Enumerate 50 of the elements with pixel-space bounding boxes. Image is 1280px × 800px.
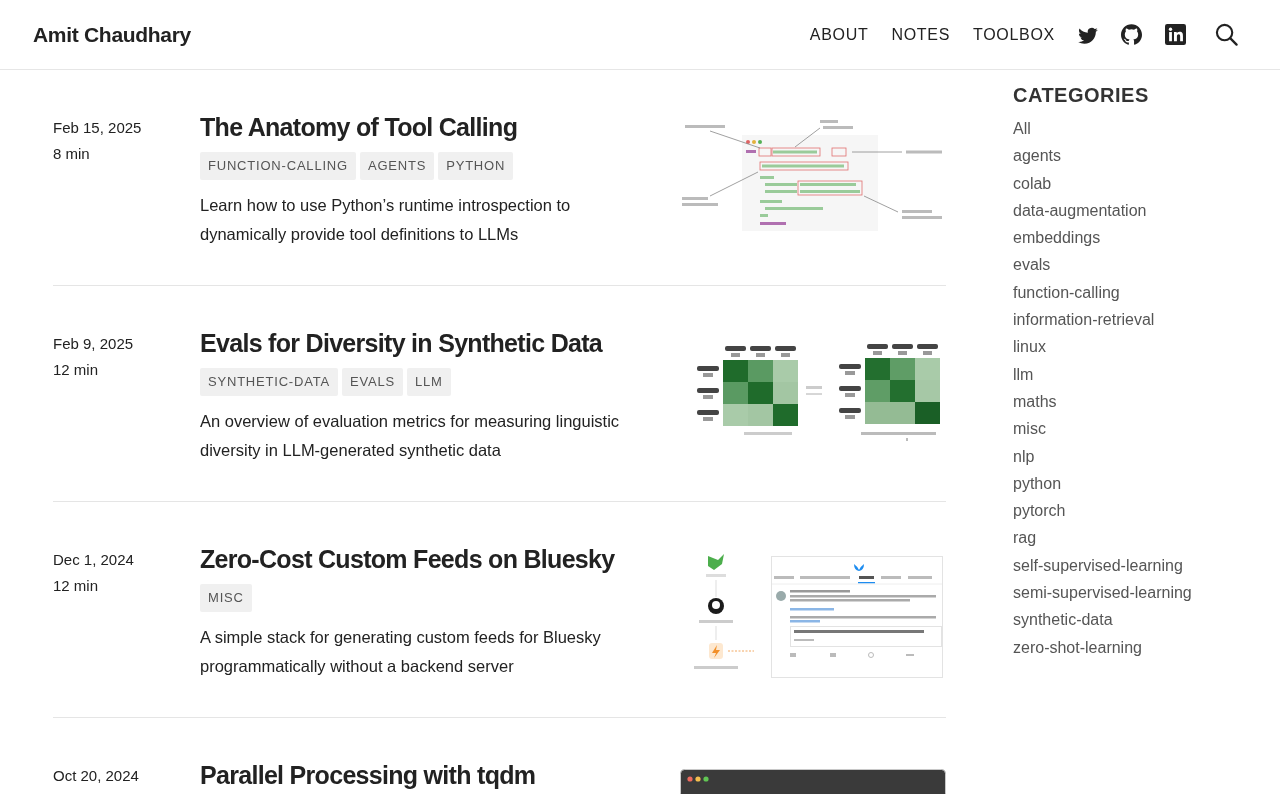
post-description: An overview of evaluation metrics for measuring linguistic diversity in LLM-generated synthetic data (200, 411, 621, 461)
search-icon[interactable] (1215, 23, 1238, 46)
category-link[interactable]: embeddings (1013, 224, 1101, 252)
linkedin-icon[interactable] (1165, 24, 1186, 45)
tag-link[interactable]: SYNTHETIC-DATA (200, 368, 338, 396)
category-link[interactable]: pytorch (1013, 497, 1066, 525)
read-time: 8 min (53, 144, 91, 164)
read-time: 12 min (53, 576, 100, 596)
category-link[interactable]: nlp (1013, 442, 1035, 470)
post-title[interactable]: Parallel Processing with tqdm (200, 761, 536, 789)
category-link[interactable]: data-augmentation (1013, 196, 1147, 225)
category-link[interactable]: agents (1013, 142, 1062, 170)
category-link[interactable]: maths (1013, 387, 1057, 416)
post-date: Dec 1, 2024 (53, 550, 135, 570)
post-title[interactable]: Evals for Diversity in Synthetic Data (200, 329, 603, 357)
category-link[interactable]: function-calling (1013, 278, 1120, 307)
post-date: Feb 9, 2025 (53, 334, 135, 354)
site-title[interactable]: Amit Chaudhary (33, 18, 191, 51)
github-icon[interactable] (1121, 24, 1142, 45)
post-title[interactable]: The Anatomy of Tool Calling (200, 113, 518, 141)
tag-link[interactable]: AGENTS (359, 152, 435, 180)
post-description: Learn how to use Python’s runtime introspection to dynamically provide tool definitions to LLMs (200, 195, 572, 245)
post-date: Oct 20, 2024 (53, 766, 140, 786)
tag-link[interactable]: LLM (406, 368, 451, 396)
category-link[interactable]: rag (1013, 524, 1037, 552)
nav-link[interactable]: ABOUT (809, 22, 869, 47)
category-link[interactable]: information-retrieval (1013, 306, 1155, 334)
nav-link[interactable]: TOOLBOX (973, 22, 1055, 47)
nav-link[interactable]: NOTES (891, 22, 951, 47)
tag-link[interactable]: FUNCTION-CALLING (200, 152, 356, 180)
tag-link[interactable]: MISC (200, 584, 252, 612)
category-link[interactable]: llm (1013, 360, 1034, 388)
post-title[interactable]: Zero-Cost Custom Feeds on Bluesky (200, 545, 615, 573)
post-description: A simple stack for generating custom feeds for Bluesky programmatically without a backend server (200, 627, 602, 677)
category-link[interactable]: All (1013, 115, 1031, 143)
read-time: 12 min (53, 360, 100, 380)
category-link[interactable]: zero-shot-learning (1013, 633, 1142, 661)
category-link[interactable]: misc (1013, 415, 1046, 443)
post-date: Feb 15, 2025 (53, 118, 143, 138)
category-link[interactable]: evals (1013, 251, 1051, 279)
sidebar-heading: CATEGORIES (1013, 83, 1150, 107)
category-link[interactable]: semi-supervised-learning (1013, 579, 1192, 607)
category-link[interactable]: linux (1013, 333, 1046, 361)
twitter-icon[interactable] (1078, 25, 1098, 44)
category-link[interactable]: python (1013, 469, 1062, 498)
tag-link[interactable]: EVALS (341, 368, 403, 396)
tag-link[interactable]: PYTHON (438, 152, 514, 180)
category-link[interactable]: synthetic-data (1013, 606, 1113, 634)
category-link[interactable]: self-supervised-learning (1013, 551, 1183, 580)
category-link[interactable]: colab (1013, 169, 1052, 197)
